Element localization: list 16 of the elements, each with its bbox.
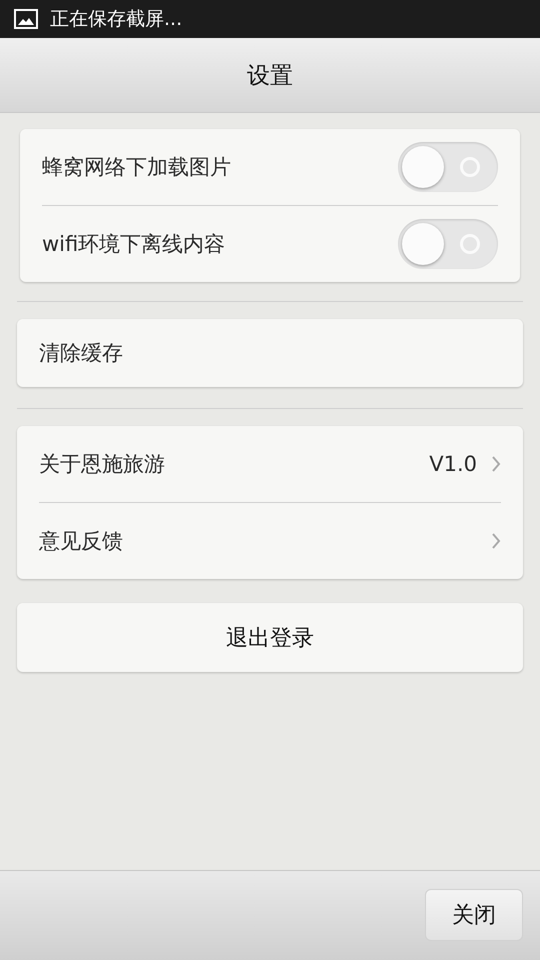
setting-label: 蜂窝网络下加载图片 [42,154,231,181]
notification-text: 正在保存截屏... [50,7,182,32]
image-icon [14,9,38,29]
page-title: 设置 [247,62,293,90]
menu-item-label[interactable]: 意见反馈 [39,527,123,555]
toggle-switch[interactable] [398,219,498,269]
chevron-icon [491,532,501,550]
cache-card[interactable]: 清除缓存 [17,319,523,387]
setting-label: wifi环境下离线内容 [42,231,226,258]
menu-item-label[interactable]: 关于恩施旅游 [39,450,165,478]
logout-button[interactable]: 退出登录 [17,603,523,672]
version-text: V1.0 [429,452,477,476]
clear-cache-label: 清除缓存 [39,340,123,367]
chevron-icon [491,455,501,473]
toggle-switch[interactable] [398,142,498,192]
close-button[interactable]: 关闭 [425,889,523,941]
